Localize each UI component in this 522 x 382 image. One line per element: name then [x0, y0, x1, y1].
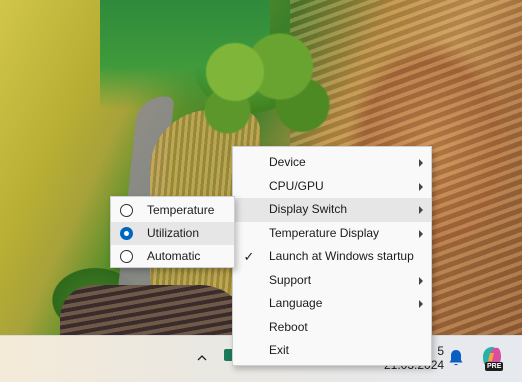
- submenu-arrow-icon: [419, 300, 423, 308]
- submenu-arrow-icon: [419, 276, 423, 285]
- menu-item-device[interactable]: Device: [233, 151, 431, 175]
- menu-item-cpu-gpu[interactable]: CPU/GPU: [233, 175, 431, 199]
- submenu-item-utilization[interactable]: Utilization: [111, 222, 234, 245]
- notification-bell-icon[interactable]: [448, 349, 464, 367]
- menu-item-label: Launch at Windows startup: [269, 249, 414, 263]
- menu-item-language[interactable]: Language: [233, 292, 431, 316]
- radio-button-icon[interactable]: [120, 204, 133, 217]
- submenu-item-automatic[interactable]: Automatic: [111, 245, 234, 268]
- menu-item-temperature-display[interactable]: Temperature Display: [233, 222, 431, 246]
- menu-item-support[interactable]: Support: [233, 269, 431, 293]
- menu-item-label: Device: [269, 155, 306, 169]
- tray-context-menu: Device CPU/GPU Display Switch Temperatur…: [232, 146, 432, 366]
- copilot-preview-badge: PRE: [485, 362, 504, 371]
- checkmark-icon: ✓: [243, 249, 255, 264]
- menu-item-label: Support: [269, 272, 312, 287]
- display-switch-submenu: Temperature Utilization Automatic: [110, 196, 235, 268]
- menu-item-label: CPU/GPU: [269, 178, 324, 193]
- submenu-arrow-icon: [419, 182, 423, 191]
- submenu-item-label: Automatic: [147, 249, 201, 263]
- menu-item-display-switch[interactable]: Display Switch: [233, 198, 431, 222]
- submenu-arrow-icon: [419, 206, 423, 214]
- submenu-item-label: Temperature: [147, 203, 215, 217]
- submenu-arrow-icon: [419, 159, 423, 167]
- menu-item-exit[interactable]: Exit: [233, 339, 431, 363]
- menu-item-label: Exit: [269, 343, 290, 357]
- menu-item-reboot[interactable]: Reboot: [233, 316, 431, 340]
- submenu-arrow-icon: [419, 229, 423, 238]
- menu-item-label: Language: [269, 296, 323, 310]
- radio-button-icon[interactable]: [120, 250, 133, 263]
- menu-item-label: Temperature Display: [269, 225, 380, 240]
- show-hidden-icons-chevron-icon[interactable]: [192, 348, 212, 368]
- radio-button-selected-icon[interactable]: [120, 227, 133, 240]
- menu-item-label: Reboot: [269, 319, 308, 334]
- submenu-item-temperature[interactable]: Temperature: [111, 199, 234, 222]
- menu-item-launch-at-startup[interactable]: ✓ Launch at Windows startup: [233, 245, 431, 269]
- submenu-item-label: Utilization: [147, 226, 200, 240]
- menu-item-label: Display Switch: [269, 202, 348, 216]
